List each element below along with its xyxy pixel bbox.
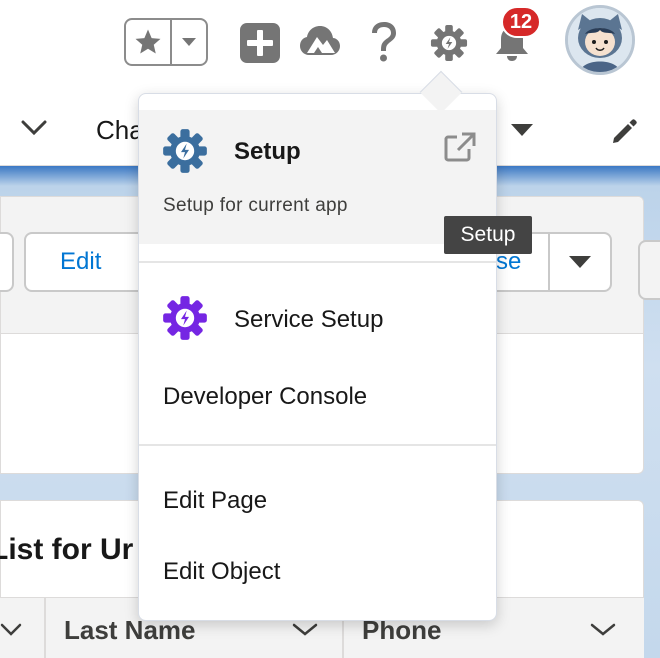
side-panel-button[interactable] (638, 240, 660, 300)
setup-title: Setup (234, 138, 301, 165)
app-nav-menu-button[interactable] (20, 119, 48, 142)
question-icon (372, 22, 396, 62)
favorites-button-group (124, 18, 208, 66)
chevron-down-icon (590, 623, 616, 636)
column-divider (44, 597, 46, 658)
new-window-icon (444, 132, 476, 162)
caret-down-icon (182, 38, 196, 46)
menu-item-developer-console[interactable]: Developer Console (163, 383, 367, 411)
global-actions-button[interactable] (238, 23, 282, 63)
chevron-down-icon (292, 623, 318, 636)
gear-icon (430, 24, 468, 62)
more-actions-button[interactable] (548, 232, 612, 292)
help-button[interactable] (364, 20, 404, 64)
global-header: 12 (0, 0, 660, 85)
menu-divider (139, 261, 496, 263)
nav-tab-label[interactable]: Cha (96, 115, 144, 146)
edit-button[interactable]: Edit (24, 232, 144, 292)
service-setup-gear-icon (163, 296, 207, 340)
favorites-star-button[interactable] (126, 20, 172, 64)
chevron-down-icon (0, 623, 22, 636)
menu-item-edit-object[interactable]: Edit Object (163, 558, 280, 586)
caret-down-icon (511, 124, 533, 136)
setup-gear-icon (163, 129, 207, 173)
pencil-icon (613, 119, 637, 143)
star-icon (135, 29, 161, 54)
setup-gear-button[interactable] (428, 22, 470, 64)
edit-nav-button[interactable] (610, 118, 638, 151)
favorites-caret-button[interactable] (172, 20, 206, 64)
open-in-new-tab-button[interactable] (444, 132, 476, 167)
chevron-down-icon (21, 120, 47, 136)
trailhead-icon (300, 26, 340, 55)
plus-icon (240, 23, 280, 63)
related-list-title[interactable]: List for Ur (0, 533, 133, 567)
user-avatar[interactable] (565, 5, 635, 75)
service-setup-gear-icon-wrap (162, 295, 208, 346)
menu-divider (139, 444, 496, 446)
menu-item-service-setup[interactable]: Service Setup (234, 306, 383, 334)
column-sort-button-last-name[interactable] (292, 623, 318, 642)
notifications-badge: 12 (501, 6, 541, 38)
nav-tab-caret-button[interactable] (510, 122, 534, 143)
astro-avatar-icon (568, 8, 632, 72)
setup-gear-icon-wrap (162, 128, 208, 179)
caret-down-icon (569, 256, 591, 268)
column-sort-button-phone[interactable] (590, 623, 616, 642)
record-action-button-left[interactable] (0, 232, 14, 292)
setup-subtitle: Setup for current app (163, 195, 348, 216)
menu-item-edit-page[interactable]: Edit Page (163, 487, 267, 515)
setup-tooltip: Setup (444, 216, 532, 254)
column-sort-button-1[interactable] (0, 623, 22, 642)
trailhead-button[interactable] (298, 22, 342, 64)
